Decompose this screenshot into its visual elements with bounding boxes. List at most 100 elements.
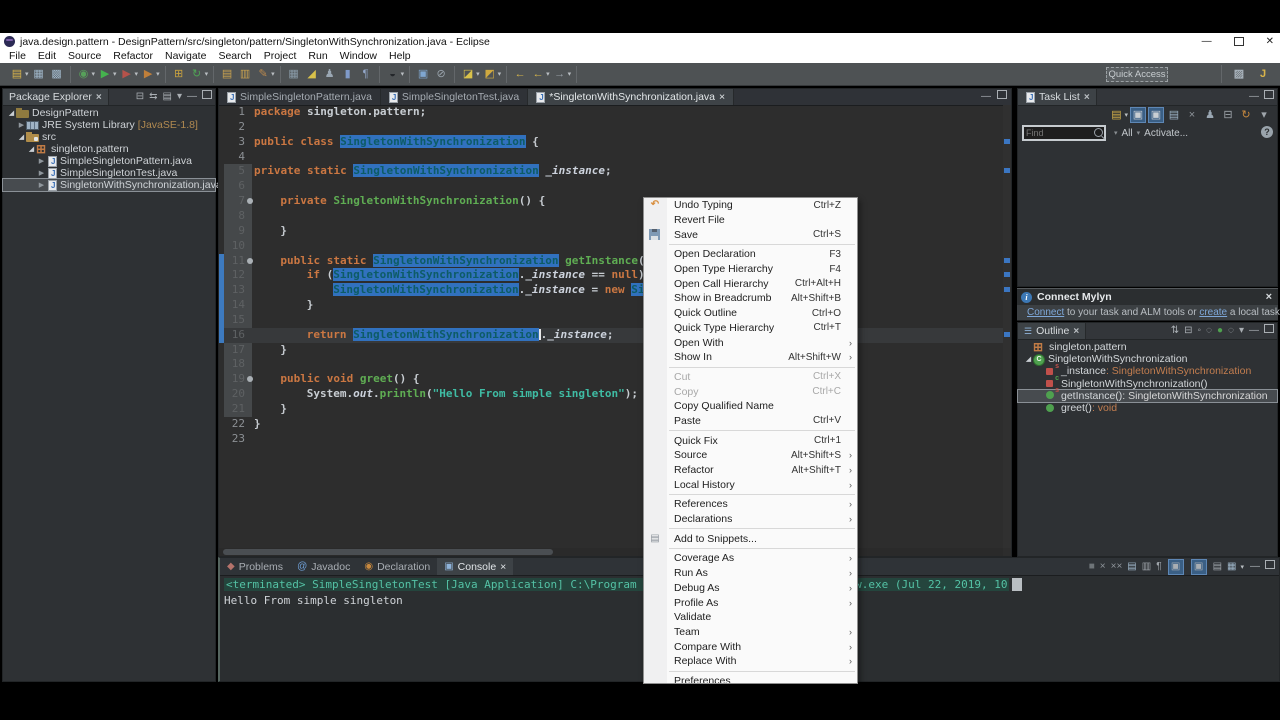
tab-task-list[interactable]: Task List × (1018, 89, 1097, 105)
link-with-editor-icon[interactable]: ⇆ (149, 89, 157, 105)
new-java-class-icon[interactable]: ◪ (460, 66, 476, 82)
show-on-stdout-icon[interactable]: ▣ (1167, 558, 1184, 575)
close-icon[interactable]: × (500, 561, 506, 573)
plugin-icon[interactable]: ▮ (340, 66, 356, 82)
dropdown-caret-icon[interactable]: ▾ (1124, 111, 1128, 119)
new-java-package-icon[interactable]: ◩ (482, 66, 498, 82)
editor-tab-simplesingletontest-java[interactable]: SimpleSingletonTest.java (381, 89, 529, 105)
code-line-9[interactable]: 9} (219, 224, 1003, 239)
editor-tab-simplesingletonpattern-java[interactable]: SimpleSingletonPattern.java (219, 89, 381, 105)
find-box[interactable] (1022, 125, 1106, 141)
filter-icon[interactable]: × (1184, 107, 1200, 123)
save-all-icon[interactable]: ▩ (49, 66, 65, 82)
menu-item-coverage-as[interactable]: Coverage As › (644, 551, 857, 566)
menu-item-show-in-breadcrumb[interactable]: Show in Breadcrumb Alt+Shift+B (644, 291, 857, 306)
menu-item-debug-as[interactable]: Debug As › (644, 581, 857, 596)
menubar-item-navigate[interactable]: Navigate (159, 50, 212, 63)
open-perspective-icon[interactable]: ▨ (1231, 66, 1247, 82)
menu-item-team[interactable]: Team › (644, 625, 857, 640)
coverage-icon[interactable]: ▶ (119, 66, 135, 82)
close-icon[interactable]: ✕ (1266, 36, 1274, 47)
tree-item-singleton-pattern[interactable]: ◢ singleton.pattern (3, 142, 215, 156)
minimize-icon[interactable]: — (187, 89, 197, 105)
collapse-all-icon[interactable]: ⊟ (1184, 323, 1192, 339)
back-history-icon[interactable]: ← (530, 66, 546, 82)
breakpoints-icon[interactable]: ▦ (286, 66, 302, 82)
code-line-18[interactable]: 18 (219, 357, 1003, 372)
tree-item-jre-system-library[interactable]: ▶ JRE System Library [JavaSE-1.8] (3, 119, 215, 131)
connect-link[interactable]: Connect (1027, 307, 1064, 318)
menu-item-compare-with[interactable]: Compare With › (644, 639, 857, 654)
code-line-13[interactable]: 13 SingletonWithSynchronization._instance… (219, 283, 1003, 298)
menu-item-quick-type-hierarchy[interactable]: Quick Type Hierarchy Ctrl+T (644, 321, 857, 336)
maximize-icon[interactable] (1265, 559, 1275, 575)
occurrence-marker[interactable] (1004, 138, 1010, 144)
code-line-1[interactable]: 1 package singleton.pattern; (219, 105, 1003, 120)
menu-item-quick-outline[interactable]: Quick Outline Ctrl+O (644, 306, 857, 321)
menubar-item-run[interactable]: Run (302, 50, 333, 63)
collapse-arrow-icon[interactable]: ◢ (1024, 355, 1033, 363)
menu-item-open-type-hierarchy[interactable]: Open Type Hierarchy F4 (644, 262, 857, 277)
code-line-17[interactable]: 17} (219, 343, 1003, 358)
team-icon[interactable]: ♟ (322, 66, 338, 82)
close-icon[interactable]: × (1073, 326, 1079, 337)
show-on-stderr-icon[interactable]: ▣ (1190, 558, 1207, 575)
dropdown-caret-icon[interactable]: ▾ (135, 70, 139, 78)
code-line-4[interactable]: 4 (219, 150, 1003, 165)
menu-item-source[interactable]: Source Alt+Shift+S › (644, 448, 857, 463)
tree-item-singletonwithsynchronization-java[interactable]: ▶ SingletonWithSynchronization.java (2, 178, 222, 192)
dropdown-caret-icon[interactable]: ▾ (92, 70, 96, 78)
editor-tab-singletonwithsynchronization-java[interactable]: *SingletonWithSynchronization.java× (528, 89, 735, 105)
menu-item-run-as[interactable]: Run As › (644, 566, 857, 581)
menubar-item-window[interactable]: Window (334, 50, 383, 63)
menu-item-open-declaration[interactable]: Open Declaration F3 (644, 247, 857, 262)
debug-icon[interactable]: ◉ (76, 66, 92, 82)
edit-icon[interactable]: ✎ (255, 66, 271, 82)
group-by-icon[interactable]: ♟ (1202, 107, 1218, 123)
scroll-lock-icon[interactable]: ▥ (1142, 559, 1151, 575)
dropdown-caret-icon[interactable]: ▾ (476, 70, 480, 78)
code-line-5[interactable]: 5 private static SingletonWithSynchroniza… (219, 164, 1003, 179)
hide-non-public-icon[interactable]: ● (1217, 323, 1223, 339)
open-console-icon[interactable]: ▦ (1227, 559, 1236, 575)
maximize-icon[interactable] (997, 89, 1007, 105)
menu-item-paste[interactable]: Paste Ctrl+V (644, 414, 857, 429)
import-icon[interactable]: ▥ (237, 66, 253, 82)
code-line-16[interactable]: 16 return SingletonWithSynchronization ._i… (219, 327, 1003, 343)
find-input[interactable] (1024, 128, 1090, 138)
occurrence-marker[interactable] (1004, 168, 1010, 174)
external-tools-icon[interactable]: ⊘ (433, 66, 449, 82)
create-link[interactable]: create (1199, 307, 1227, 318)
collapse-arrow-icon[interactable]: ◢ (27, 145, 36, 153)
tab-javadoc[interactable]: @ Javadoc (290, 558, 357, 575)
forward-history-icon[interactable]: → (552, 66, 568, 82)
menu-item-replace-with[interactable]: Replace With › (644, 654, 857, 669)
java-search-icon[interactable]: ◢ (304, 66, 320, 82)
code-line-2[interactable]: 2 (219, 120, 1003, 135)
code-line-6[interactable]: 6 (219, 179, 1003, 194)
menu-item-refactor[interactable]: Refactor Alt+Shift+T › (644, 463, 857, 478)
open-type-icon[interactable]: ▤ (219, 66, 235, 82)
formatting-icon[interactable]: ¶ (358, 66, 374, 82)
save-icon[interactable]: ▦ (31, 66, 47, 82)
close-icon[interactable]: × (1084, 92, 1090, 103)
scrollbar-thumb[interactable] (223, 549, 553, 555)
code-line-15[interactable]: 15 (219, 313, 1003, 328)
code-line-12[interactable]: 12 if (SingletonWithSynchronization._inst… (219, 268, 1003, 283)
tree-item-src[interactable]: ◢ src (3, 131, 215, 143)
menu-item-save[interactable]: Save Ctrl+S (644, 227, 857, 242)
occurrence-marker[interactable] (1004, 272, 1010, 278)
menu-item-open-call-hierarchy[interactable]: Open Call Hierarchy Ctrl+Alt+H (644, 276, 857, 291)
close-icon[interactable]: × (719, 91, 725, 103)
menubar-item-help[interactable]: Help (383, 50, 417, 63)
view-menu-icon[interactable]: ▾ (1239, 323, 1244, 339)
console-scrollbar-thumb[interactable] (1012, 578, 1022, 591)
pin-console-icon[interactable]: ▤ (1213, 559, 1222, 575)
view-menu-icon[interactable]: ▾ (1256, 107, 1272, 123)
expand-arrow-icon[interactable]: ▶ (37, 157, 46, 165)
profile-icon[interactable]: ▶ (140, 66, 156, 82)
code-line-10[interactable]: 10 (219, 239, 1003, 254)
menubar-item-file[interactable]: File (3, 50, 32, 63)
scheduled-icon[interactable]: ▣ (1148, 107, 1164, 123)
maximize-icon[interactable] (202, 89, 212, 105)
